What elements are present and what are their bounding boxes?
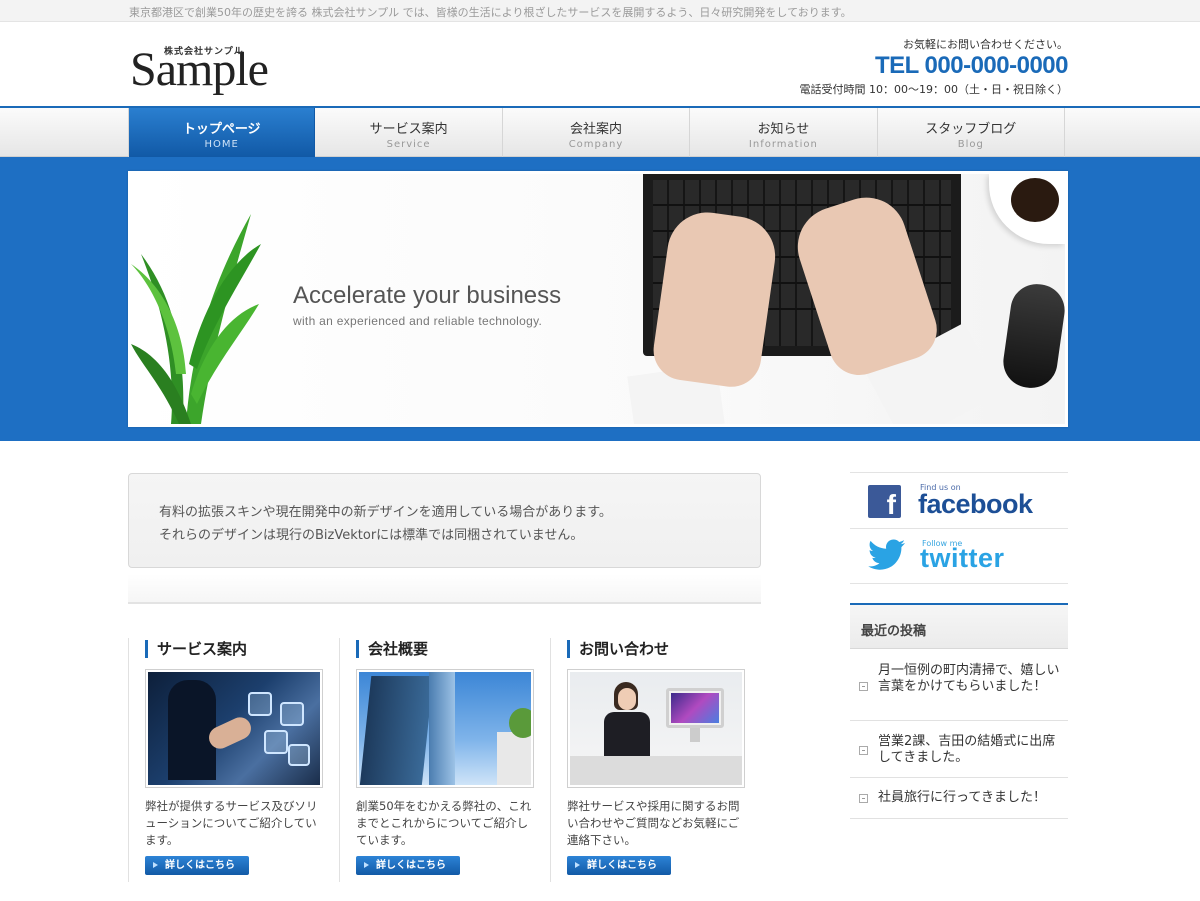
arrow-right-icon bbox=[364, 862, 369, 868]
hero-banner-image: Accelerate your business with an experie… bbox=[131, 174, 1065, 424]
nav-item-home[interactable]: トップページ HOME bbox=[128, 108, 316, 157]
column-title: 会社概要 bbox=[356, 640, 428, 658]
list-marker-icon bbox=[859, 682, 868, 691]
hero-subtitle: with an experienced and reliable technol… bbox=[293, 314, 543, 328]
content-divider bbox=[128, 574, 761, 604]
contact-invite: お気軽にお問い合わせください。 bbox=[903, 38, 1068, 51]
column-title: サービス案内 bbox=[145, 640, 247, 658]
header-contact: お気軽にお問い合わせください。 TEL 000-000-0000 電話受付時間 … bbox=[799, 36, 1069, 97]
recent-posts-title: 最近の投稿 bbox=[861, 624, 927, 639]
top-announcement-bar: 東京都港区で創業50年の歴史を誇る 株式会社サンプル では、皆様の生活により根ざ… bbox=[0, 0, 1200, 22]
details-button-service[interactable]: 詳しくはこちら bbox=[145, 856, 249, 875]
list-marker-icon bbox=[859, 746, 868, 755]
twitter-bird-icon bbox=[868, 539, 905, 570]
global-nav: トップページ HOME サービス案内 Service 会社案内 Company … bbox=[0, 106, 1200, 157]
notice-line-2: それらのデザインは現行のBizVektorには標準では同梱されていません。 bbox=[159, 528, 584, 543]
column-divider bbox=[339, 638, 340, 882]
recent-post-title: 営業2課、吉田の結婚式に出席してきました。 bbox=[878, 734, 1056, 765]
plant-image bbox=[131, 214, 261, 424]
nav-label: サービス案内 bbox=[369, 122, 448, 137]
column-divider bbox=[550, 638, 551, 882]
nav-sublabel: Service bbox=[386, 139, 431, 150]
nav-label: お知らせ bbox=[757, 122, 810, 137]
nav-sublabel: HOME bbox=[204, 139, 239, 150]
recent-post-item[interactable]: 営業2課、吉田の結婚式に出席してきました。 bbox=[850, 721, 1068, 778]
mouse-image bbox=[1000, 280, 1065, 392]
top-announcement-text: 東京都港区で創業50年の歴史を誇る 株式会社サンプル では、皆様の生活により根ざ… bbox=[129, 6, 852, 19]
feature-column-company: 会社概要 創業50年をむかえる弊社の、これまでとこれからについてご紹介しています… bbox=[339, 638, 551, 882]
service-thumbnail[interactable] bbox=[145, 669, 323, 788]
nav-item-service[interactable]: サービス案内 Service bbox=[315, 108, 503, 157]
recent-post-title: 社員旅行に行ってきました！ bbox=[878, 790, 1046, 805]
nav-item-blog[interactable]: スタッフブログ Blog bbox=[878, 108, 1065, 157]
notice-line-1: 有料の拡張スキンや現在開発中の新デザインを適用している場合があります。 bbox=[159, 505, 612, 520]
details-button-contact[interactable]: 詳しくはこちら bbox=[567, 856, 671, 875]
arrow-right-icon bbox=[575, 862, 580, 868]
arrow-right-icon bbox=[153, 862, 158, 868]
coffee-cup-image bbox=[989, 174, 1065, 244]
nav-item-company[interactable]: 会社案内 Company bbox=[503, 108, 691, 157]
company-thumbnail[interactable] bbox=[356, 669, 534, 788]
notice-box: 有料の拡張スキンや現在開発中の新デザインを適用している場合があります。 それらの… bbox=[128, 473, 761, 568]
recent-post-item[interactable]: 社員旅行に行ってきました！ bbox=[850, 778, 1068, 819]
nav-label: 会社案内 bbox=[569, 122, 622, 137]
nav-label: トップページ bbox=[182, 122, 261, 137]
hero-title: Accelerate your business bbox=[293, 282, 562, 309]
details-button-company[interactable]: 詳しくはこちら bbox=[356, 856, 460, 875]
column-divider bbox=[128, 638, 129, 882]
nav-sublabel: Company bbox=[568, 139, 624, 150]
nav-label: スタッフブログ bbox=[925, 122, 1017, 137]
nav-sublabel: Information bbox=[748, 139, 818, 150]
feature-column-contact: お問い合わせ 弊社サービスや採用に関するお問い合わせやご質問などお気軽にご連絡下… bbox=[550, 638, 762, 882]
site-logo[interactable]: Sample 株式会社サンプル bbox=[130, 42, 290, 94]
list-marker-icon bbox=[859, 794, 868, 803]
twitter-wordmark: twitter bbox=[920, 543, 1005, 573]
recent-post-item[interactable]: 月一恒例の町内清掃で、嬉しい言葉をかけてもらいました！ bbox=[850, 649, 1068, 721]
column-description: 弊社サービスや採用に関するお問い合わせやご質問などお気軽にご連絡下さい。 bbox=[567, 799, 740, 847]
twitter-banner[interactable]: Follow me twitter bbox=[850, 528, 1068, 584]
recent-posts-heading: 最近の投稿 bbox=[850, 603, 1068, 649]
hero-banner[interactable]: Accelerate your business with an experie… bbox=[128, 171, 1068, 427]
recent-post-title: 月一恒例の町内清掃で、嬉しい言葉をかけてもらいました！ bbox=[878, 663, 1060, 694]
facebook-banner[interactable]: f Find us on facebook bbox=[850, 472, 1068, 528]
facebook-wordmark: facebook bbox=[918, 489, 1033, 519]
nav-sublabel: Blog bbox=[957, 139, 984, 150]
logo-company-name: 株式会社サンプル bbox=[164, 47, 244, 57]
site-header: Sample 株式会社サンプル お気軽にお問い合わせください。 TEL 000-… bbox=[0, 22, 1200, 106]
phone-number[interactable]: TEL 000-000-0000 bbox=[800, 52, 1069, 80]
column-title: お問い合わせ bbox=[567, 640, 669, 658]
facebook-icon: f bbox=[868, 485, 901, 518]
column-description: 創業50年をむかえる弊社の、これまでとこれからについてご紹介しています。 bbox=[356, 799, 532, 847]
hero-section: Accelerate your business with an experie… bbox=[0, 157, 1200, 441]
column-description: 弊社が提供するサービス及びソリューションについてご紹介しています。 bbox=[145, 799, 318, 847]
phone-hours: 電話受付時間 10：00〜19：00（土・日・祝日除く） bbox=[799, 83, 1068, 96]
feature-column-service: サービス案内 弊社が提供するサービス及びソリューションについてご紹介しています。… bbox=[128, 638, 340, 882]
nav-item-information[interactable]: お知らせ Information bbox=[690, 108, 878, 157]
contact-thumbnail[interactable] bbox=[567, 669, 745, 788]
